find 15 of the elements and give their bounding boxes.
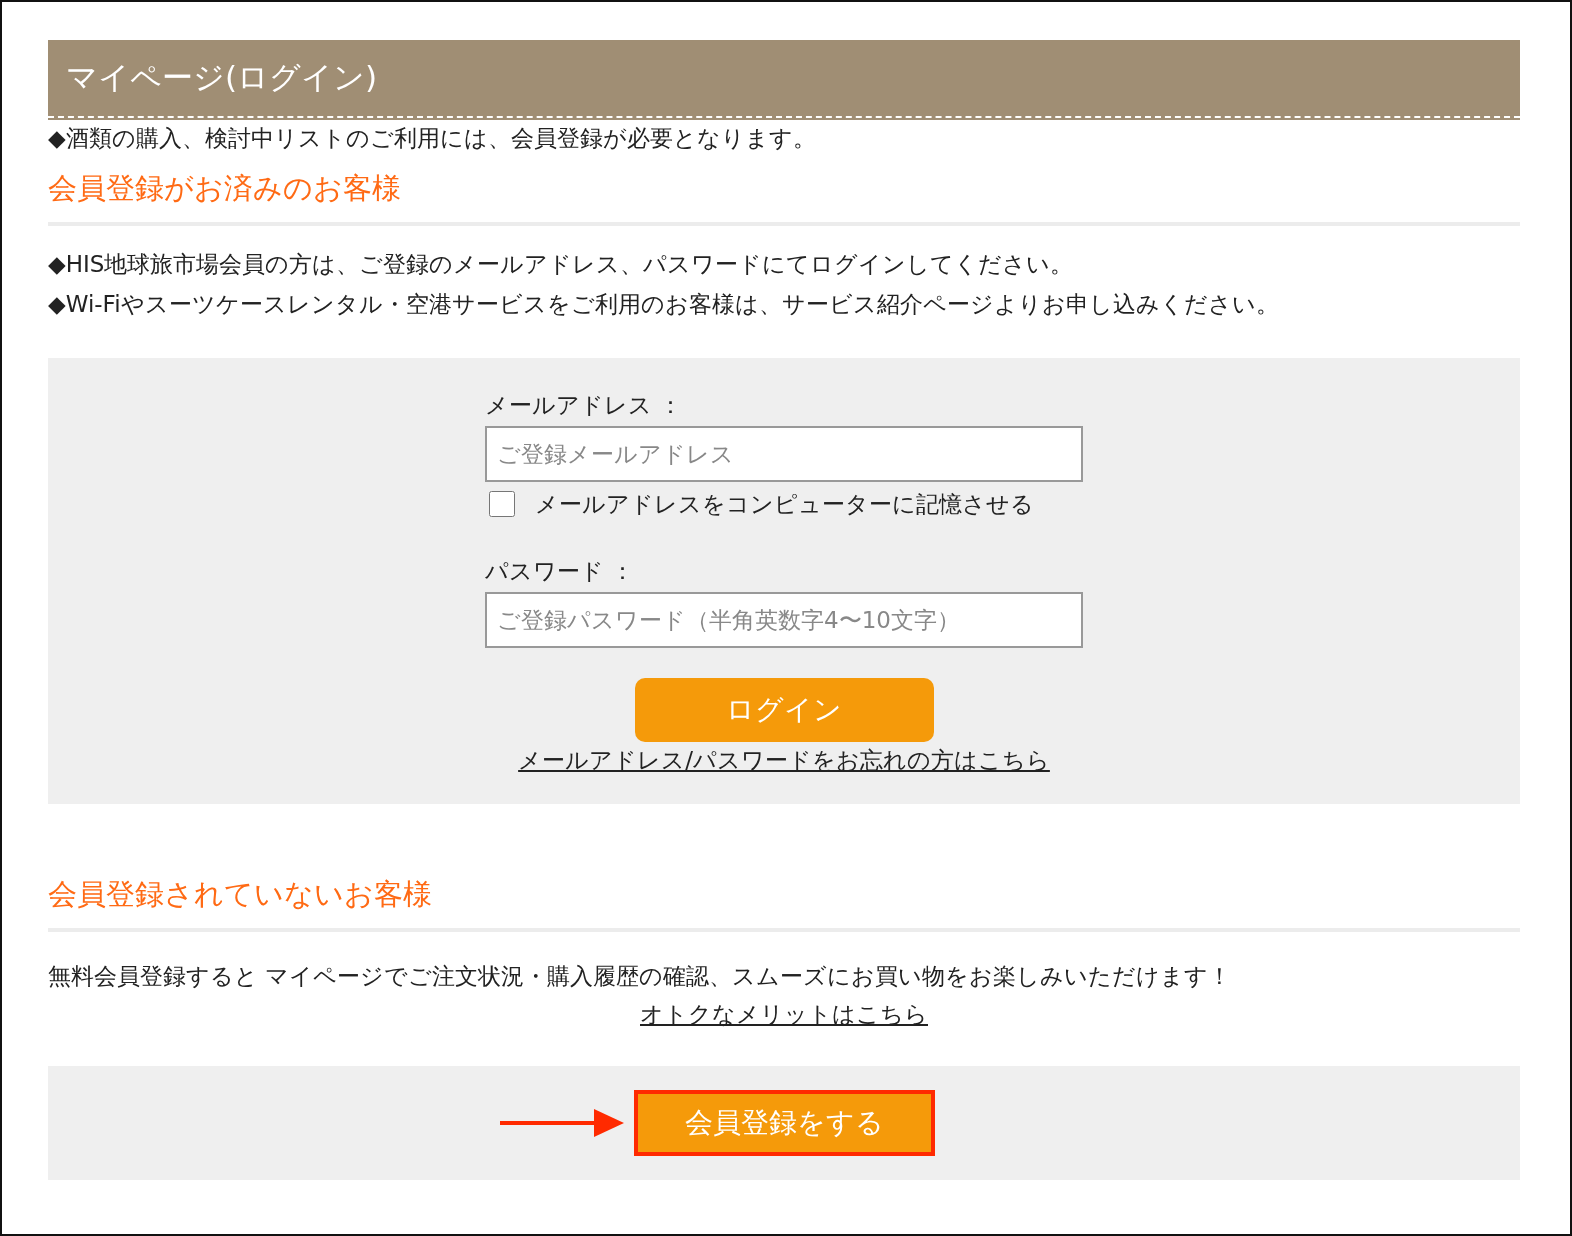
notice-text: ◆酒類の購入、検討中リストのご利用には、会員登録が必要となります。 [48,124,817,153]
note-text: ◆HIS地球旅市場会員の方は、ご登録のメールアドレス、パスワードにてログインしてください。 [48,250,1075,279]
section-heading: 会員登録されていないお客様 [48,876,433,913]
note-text: ◆Wi-Fiやスーツケースレンタル・空港サービスをご利用のお客様は、サービス紹介ページよりお申し込みください。 [48,290,1280,319]
email-field[interactable]: ご登録メールアドレス [485,426,1083,482]
password-field[interactable]: ご登録パスワード（半角英数字4〜10文字） [485,592,1083,648]
description-text: 無料会員登録すると マイページでご注文状況・購入履歴の確認、スムーズにお買い物をお楽しみいただけます！ [48,962,1233,991]
checkbox-label: メールアドレスをコンピューターに記憶させる [535,490,1034,519]
page-title: マイページ(ログイン) [66,58,378,97]
merit-link[interactable]: オトクなメリットはこちら [640,996,928,1032]
remember-checkbox[interactable] [489,491,515,517]
field-label: メールアドレス ： [485,391,684,420]
field-label: パスワード ： [485,557,636,586]
forgot-password-link[interactable]: メールアドレス/パスワードをお忘れの方はこちら [518,742,1050,778]
section-heading: 会員登録がお済みのお客様 [48,170,402,207]
